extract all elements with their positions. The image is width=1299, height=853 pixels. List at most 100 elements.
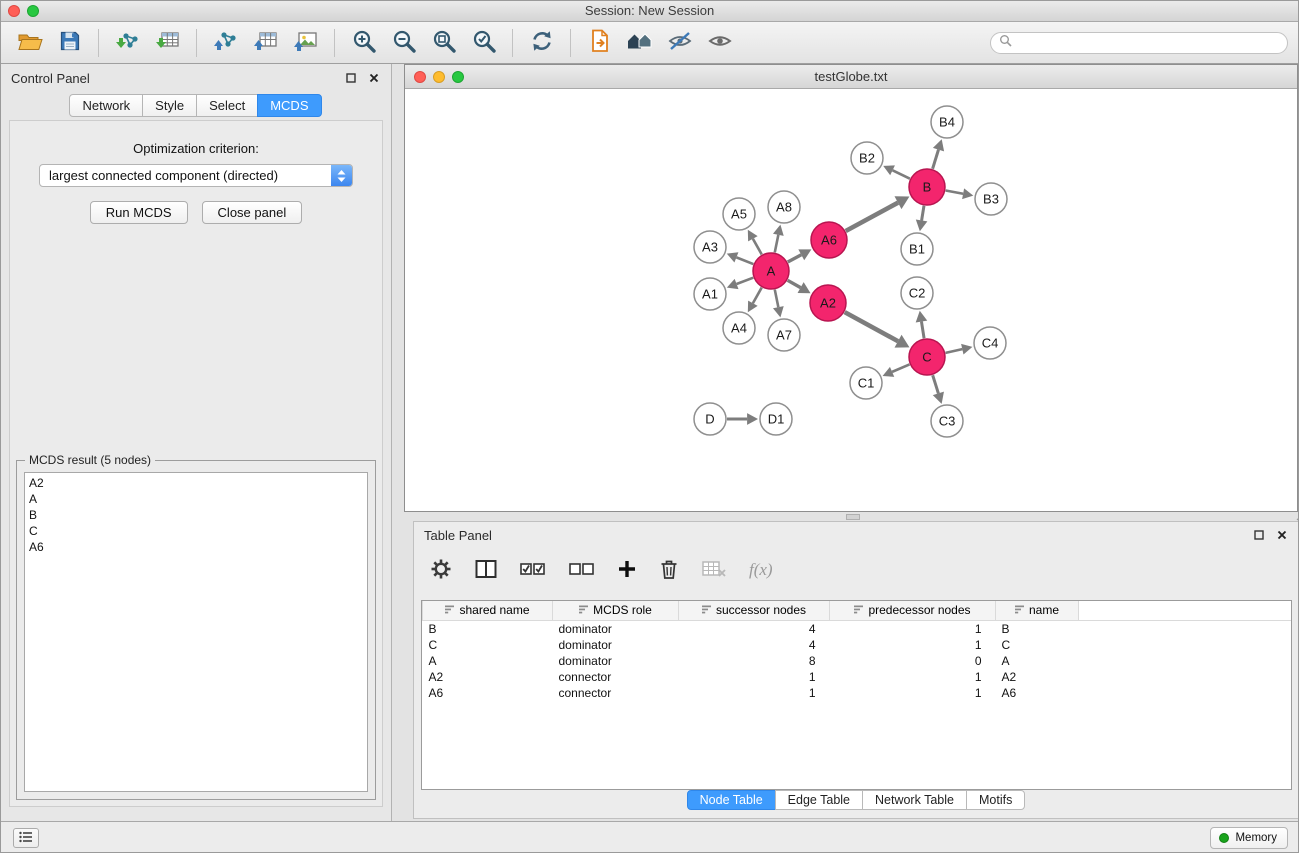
column-header-MCDS-role[interactable]: MCDS role xyxy=(553,601,679,620)
result-item[interactable]: A6 xyxy=(29,539,363,555)
delete-column-button[interactable] xyxy=(659,554,679,586)
result-item[interactable]: C xyxy=(29,523,363,539)
edge-C-C3[interactable] xyxy=(933,375,939,393)
edge-B-B1[interactable] xyxy=(922,206,924,221)
table-cell[interactable]: connector xyxy=(553,669,679,685)
zoom-window-button[interactable] xyxy=(27,5,39,17)
table-cell[interactable]: dominator xyxy=(553,653,679,669)
close-panel-button-2[interactable]: Close panel xyxy=(202,201,303,224)
edge-A-A2[interactable] xyxy=(788,280,801,287)
network-minimize-button[interactable] xyxy=(433,71,445,83)
table-cell[interactable]: 1 xyxy=(830,669,996,685)
network-window-titlebar[interactable]: testGlobe.txt xyxy=(405,65,1297,89)
select-all-button[interactable] xyxy=(520,554,546,586)
result-item[interactable]: A2 xyxy=(29,475,363,491)
table-cell[interactable]: C xyxy=(996,637,1079,653)
tab-network[interactable]: Network xyxy=(69,94,143,117)
table-cell[interactable]: A xyxy=(423,653,553,669)
network-canvas[interactable]: B4B2BB3A8A5A6A3B1AC2A1A2A4A7C4CC1C3DD1 xyxy=(405,89,1297,511)
edge-A-A7[interactable] xyxy=(775,290,779,308)
edge-A-A1[interactable] xyxy=(737,278,754,284)
table-cell[interactable]: C xyxy=(423,637,553,653)
table-cell[interactable]: 1 xyxy=(830,620,996,637)
edge-A-A6[interactable] xyxy=(788,255,802,262)
zoom-in-button[interactable] xyxy=(345,26,382,60)
close-table-panel-button[interactable] xyxy=(1275,528,1289,542)
hide-graphics-button[interactable] xyxy=(661,26,698,60)
edge-B-B3[interactable] xyxy=(946,191,963,194)
close-window-button[interactable] xyxy=(8,5,20,17)
column-header-predecessor-nodes[interactable]: predecessor nodes xyxy=(830,601,996,620)
edge-C-C2[interactable] xyxy=(921,322,924,339)
table-cell[interactable]: connector xyxy=(553,685,679,701)
home-button[interactable] xyxy=(621,26,658,60)
column-header-shared-name[interactable]: shared name xyxy=(423,601,553,620)
task-history-button[interactable] xyxy=(13,828,39,848)
table-row[interactable]: Adominator80A xyxy=(423,653,1292,669)
edge-A-A4[interactable] xyxy=(753,288,762,304)
tab-motifs[interactable]: Motifs xyxy=(966,790,1025,810)
network-zoom-button[interactable] xyxy=(452,71,464,83)
open-recent-button[interactable] xyxy=(581,26,618,60)
edge-C-C4[interactable] xyxy=(946,349,963,353)
search-input[interactable] xyxy=(1017,36,1279,50)
table-cell[interactable]: A2 xyxy=(996,669,1079,685)
table-cell[interactable]: 0 xyxy=(830,653,996,669)
edge-C-C1[interactable] xyxy=(892,364,909,371)
table-cell[interactable]: 1 xyxy=(679,685,830,701)
table-row[interactable]: Bdominator41B xyxy=(423,620,1292,637)
column-header-successor-nodes[interactable]: successor nodes xyxy=(679,601,830,620)
close-panel-button[interactable] xyxy=(367,71,381,85)
table-cell[interactable]: 4 xyxy=(679,637,830,653)
export-table-button[interactable] xyxy=(247,26,284,60)
tab-style[interactable]: Style xyxy=(142,94,197,117)
show-graphics-button[interactable] xyxy=(701,26,738,60)
table-settings-button[interactable] xyxy=(430,554,452,586)
show-columns-button[interactable] xyxy=(475,554,497,586)
table-cell[interactable]: dominator xyxy=(553,620,679,637)
network-close-button[interactable] xyxy=(414,71,426,83)
zoom-fit-button[interactable] xyxy=(425,26,462,60)
float-table-panel-button[interactable] xyxy=(1252,528,1266,542)
edge-A-A5[interactable] xyxy=(753,239,762,255)
edge-A2-C[interactable] xyxy=(845,312,898,341)
criterion-select[interactable]: largest connected component (directed) xyxy=(39,164,353,187)
delete-table-button[interactable] xyxy=(702,554,726,586)
tab-node-table[interactable]: Node Table xyxy=(687,790,776,810)
table-cell[interactable]: A xyxy=(996,653,1079,669)
table-cell[interactable]: 4 xyxy=(679,620,830,637)
table-cell[interactable]: 8 xyxy=(679,653,830,669)
panel-splitter-handle[interactable] xyxy=(846,514,860,520)
refresh-button[interactable] xyxy=(523,26,560,60)
edge-B-B2[interactable] xyxy=(893,170,910,178)
run-mcds-button[interactable]: Run MCDS xyxy=(90,201,188,224)
table-row[interactable]: A2connector11A2 xyxy=(423,669,1292,685)
edge-A-A3[interactable] xyxy=(736,257,753,264)
table-cell[interactable]: dominator xyxy=(553,637,679,653)
table-cell[interactable]: A2 xyxy=(423,669,553,685)
memory-button[interactable]: Memory xyxy=(1210,827,1288,849)
edge-B-B4[interactable] xyxy=(933,150,939,169)
function-builder-button[interactable]: f(x) xyxy=(749,554,773,586)
table-cell[interactable]: 1 xyxy=(679,669,830,685)
table-cell[interactable]: A6 xyxy=(423,685,553,701)
result-item[interactable]: A xyxy=(29,491,363,507)
float-panel-button[interactable] xyxy=(344,71,358,85)
result-item[interactable]: B xyxy=(29,507,363,523)
table-row[interactable]: Cdominator41C xyxy=(423,637,1292,653)
edge-A6-B[interactable] xyxy=(846,203,898,231)
table-cell[interactable]: A6 xyxy=(996,685,1079,701)
zoom-out-button[interactable] xyxy=(385,26,422,60)
tab-network-table[interactable]: Network Table xyxy=(862,790,967,810)
table-cell[interactable]: B xyxy=(996,620,1079,637)
import-network-button[interactable] xyxy=(109,26,146,60)
table-row[interactable]: A6connector11A6 xyxy=(423,685,1292,701)
table-cell[interactable]: B xyxy=(423,620,553,637)
table-cell[interactable]: 1 xyxy=(830,637,996,653)
tab-edge-table[interactable]: Edge Table xyxy=(775,790,863,810)
export-network-button[interactable] xyxy=(207,26,244,60)
tab-mcds[interactable]: MCDS xyxy=(257,94,321,117)
column-header-name[interactable]: name xyxy=(996,601,1079,620)
open-session-button[interactable] xyxy=(11,26,48,60)
edge-A-A8[interactable] xyxy=(775,235,779,253)
